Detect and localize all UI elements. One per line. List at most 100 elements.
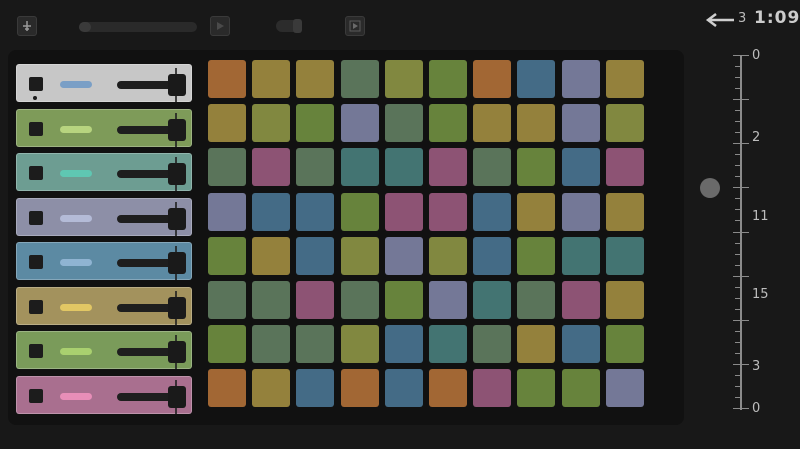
track-row[interactable] (16, 64, 192, 102)
pad[interactable] (384, 281, 423, 319)
volume-knob[interactable] (168, 118, 186, 141)
instrument-pill[interactable] (60, 214, 92, 222)
instrument-pill[interactable] (60, 81, 92, 88)
pad[interactable] (473, 281, 512, 319)
pad[interactable] (252, 192, 291, 231)
volume-knob[interactable] (168, 341, 186, 363)
pad[interactable] (296, 104, 335, 143)
pad[interactable] (252, 148, 291, 187)
pad[interactable] (252, 60, 291, 98)
pad[interactable] (517, 148, 556, 187)
volume-knob[interactable] (168, 207, 186, 230)
tune-fork-button[interactable] (17, 16, 37, 36)
pad[interactable] (384, 60, 423, 98)
mute-button[interactable] (29, 77, 43, 91)
instrument-pill[interactable] (60, 348, 92, 355)
pad[interactable] (561, 236, 600, 275)
mute-button[interactable] (29, 121, 43, 136)
pad[interactable] (384, 369, 423, 408)
pad[interactable] (605, 325, 644, 364)
pad[interactable] (517, 236, 556, 275)
pad[interactable] (252, 369, 291, 408)
pad[interactable] (429, 236, 467, 275)
pad[interactable] (473, 148, 512, 187)
track-row[interactable] (16, 242, 192, 280)
pad[interactable] (473, 369, 512, 408)
mute-button[interactable] (29, 255, 43, 269)
pad[interactable] (517, 60, 556, 98)
mute-button[interactable] (29, 210, 43, 225)
pad[interactable] (561, 60, 600, 98)
pad[interactable] (517, 192, 556, 231)
pad[interactable] (605, 369, 644, 408)
pad[interactable] (561, 104, 600, 143)
pad[interactable] (384, 148, 423, 187)
pad[interactable] (252, 325, 291, 364)
mute-button[interactable] (29, 388, 43, 403)
mute-button[interactable] (29, 166, 43, 180)
pad[interactable] (429, 104, 467, 143)
pad[interactable] (605, 192, 644, 231)
pad[interactable] (473, 60, 512, 98)
volume-knob[interactable] (168, 385, 186, 408)
pad[interactable] (296, 192, 335, 231)
track-row[interactable] (16, 375, 192, 414)
pad[interactable] (296, 281, 335, 319)
pad[interactable] (296, 325, 335, 364)
pad[interactable] (561, 325, 600, 364)
tempo-slider[interactable] (79, 22, 197, 32)
volume-knob[interactable] (168, 74, 186, 96)
pad[interactable] (252, 281, 291, 319)
pad[interactable] (208, 236, 246, 275)
mute-button[interactable] (29, 344, 43, 358)
pad[interactable] (561, 281, 600, 319)
pad[interactable] (340, 369, 379, 408)
track-row[interactable] (16, 331, 192, 369)
pad[interactable] (429, 148, 467, 187)
pad[interactable] (429, 325, 467, 364)
pad[interactable] (517, 104, 556, 143)
pad[interactable] (429, 192, 467, 231)
pad[interactable] (473, 325, 512, 364)
pad[interactable] (517, 369, 556, 408)
pad[interactable] (340, 281, 379, 319)
pad[interactable] (561, 369, 600, 408)
pad[interactable] (384, 192, 423, 231)
pad[interactable] (208, 325, 246, 364)
track-row[interactable] (16, 153, 192, 191)
pad[interactable] (561, 192, 600, 231)
pad[interactable] (208, 369, 246, 408)
pad[interactable] (473, 192, 512, 231)
pad[interactable] (384, 236, 423, 275)
pad[interactable] (208, 281, 246, 319)
pad[interactable] (340, 192, 379, 231)
pad[interactable] (384, 104, 423, 143)
export-button[interactable] (345, 16, 365, 36)
pad[interactable] (605, 60, 644, 98)
pad[interactable] (561, 148, 600, 187)
volume-knob[interactable] (168, 163, 186, 185)
instrument-pill[interactable] (60, 259, 92, 266)
pad[interactable] (605, 281, 644, 319)
pad[interactable] (340, 60, 379, 98)
pad[interactable] (605, 104, 644, 143)
instrument-pill[interactable] (60, 392, 92, 400)
track-row[interactable] (16, 197, 192, 236)
pad[interactable] (473, 104, 512, 143)
instrument-pill[interactable] (60, 170, 92, 177)
pad[interactable] (340, 325, 379, 364)
pad[interactable] (208, 104, 246, 143)
pad[interactable] (340, 148, 379, 187)
pad[interactable] (517, 325, 556, 364)
track-row[interactable] (16, 286, 192, 325)
pad[interactable] (605, 236, 644, 275)
volume-knob[interactable] (168, 252, 186, 274)
timeline-ruler[interactable] (740, 55, 742, 410)
pad[interactable] (252, 236, 291, 275)
pad[interactable] (429, 60, 467, 98)
pad[interactable] (429, 369, 467, 408)
back-arrow-icon[interactable] (704, 11, 736, 29)
pad[interactable] (252, 104, 291, 143)
volume-knob[interactable] (168, 296, 186, 319)
pad[interactable] (208, 148, 246, 187)
